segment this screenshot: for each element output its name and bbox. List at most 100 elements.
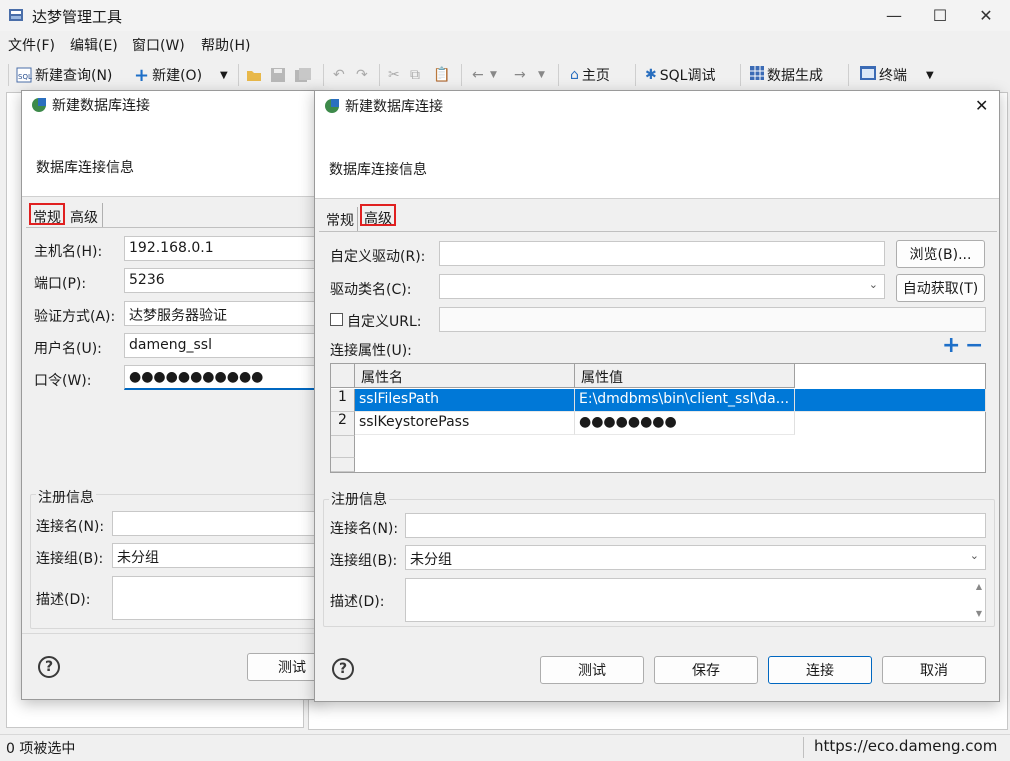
back-arrow-icon[interactable]: ← — [472, 63, 484, 87]
driver-class-label: 驱动类名(C): — [330, 282, 412, 298]
port-label: 端口(P): — [34, 276, 87, 292]
terminal-dropdown-icon[interactable]: ▼ — [926, 63, 934, 87]
front-help-icon[interactable]: ? — [332, 658, 354, 680]
new-query-button[interactable]: SQL 新建查询(N) — [16, 63, 112, 87]
front-conn-name-input[interactable] — [405, 513, 986, 538]
save-button[interactable]: 保存 — [654, 656, 758, 684]
save-all-icon[interactable] — [295, 63, 311, 87]
column-header-value[interactable]: 属性值 — [575, 364, 795, 388]
prop-value-cell[interactable]: E:\dmdbms\bin\client_ssl\da... — [575, 389, 795, 412]
home-icon: ⌂ — [570, 67, 579, 83]
cancel-button[interactable]: 取消 — [882, 656, 986, 684]
sql-debug-label: SQL调试 — [659, 68, 716, 84]
column-header-name[interactable]: 属性名 — [355, 364, 575, 388]
bug-icon: ✱ — [645, 67, 657, 83]
status-url-text: https://eco.dameng.com — [814, 737, 998, 755]
back-conn-group-select[interactable]: 未分组 — [112, 543, 322, 568]
host-label: 主机名(H): — [34, 244, 103, 260]
auth-method-select[interactable]: 达梦服务器验证 — [124, 301, 324, 326]
scroll-down-icon[interactable]: ▼ — [976, 609, 982, 618]
data-gen-button[interactable]: 数据生成 — [750, 63, 823, 87]
table-corner — [331, 364, 355, 388]
cut-icon[interactable]: ✂ — [388, 63, 400, 87]
front-connection-dialog: 新建数据库连接 ✕ 数据库连接信息 常规 高级 自定义驱动(R): 浏览(B).… — [314, 90, 1000, 702]
terminal-button[interactable]: 终端 — [860, 63, 907, 87]
front-tab-general[interactable]: 常规 — [324, 208, 356, 230]
front-tab-advanced[interactable]: 高级 — [360, 204, 396, 227]
maximize-button[interactable]: ☐ — [917, 0, 963, 31]
menu-edit[interactable]: 编辑(E) — [70, 35, 118, 55]
front-dialog-banner: 数据库连接信息 — [315, 121, 999, 199]
back-desc-input[interactable] — [112, 576, 322, 620]
back-dropdown-icon[interactable]: ▼ — [490, 63, 497, 87]
row-number-empty — [331, 458, 355, 472]
terminal-label: 终端 — [879, 68, 907, 84]
close-window-button[interactable]: ✕ — [963, 0, 1009, 31]
back-tab-advanced[interactable]: 高级 — [68, 205, 100, 227]
prop-value-cell[interactable]: ●●●●●●●● — [575, 412, 795, 435]
front-conn-group-value: 未分组 — [410, 552, 452, 568]
custom-url-input[interactable] — [439, 307, 986, 332]
toolbar: SQL 新建查询(N) + 新建(O) ▼ ↶ ↷ ✂ ⧉ 📋 ← ▼ → ▼ … — [0, 58, 1010, 90]
app-logo-icon — [9, 8, 25, 23]
back-help-icon[interactable]: ? — [38, 656, 60, 678]
row-number: 2 — [331, 412, 355, 436]
new-button[interactable]: + 新建(O) — [134, 63, 202, 87]
prop-name-cell[interactable]: sslKeystorePass — [355, 412, 575, 435]
svg-text:SQL: SQL — [18, 73, 32, 81]
custom-driver-input[interactable] — [439, 241, 885, 266]
db-connection-icon — [30, 96, 48, 118]
menu-window[interactable]: 窗口(W) — [132, 35, 185, 55]
custom-url-checkbox[interactable] — [330, 313, 343, 326]
auth-method-label: 验证方式(A): — [34, 309, 116, 325]
back-conn-name-input[interactable] — [112, 511, 322, 536]
undo-icon[interactable]: ↶ — [333, 63, 345, 87]
driver-class-select[interactable]: ⌄ — [439, 274, 885, 299]
username-input[interactable]: dameng_ssl — [124, 333, 324, 358]
forward-dropdown-icon[interactable]: ▼ — [538, 63, 545, 87]
new-dropdown-icon[interactable]: ▼ — [220, 63, 228, 87]
minimize-icon: — — [886, 6, 902, 25]
paste-icon[interactable]: 📋 — [433, 63, 450, 87]
add-property-icon[interactable]: + — [942, 333, 960, 358]
grid-icon — [750, 66, 764, 84]
forward-arrow-icon[interactable]: → — [514, 63, 526, 87]
password-input[interactable]: ●●●●●●●●●●● — [124, 365, 324, 390]
copy-icon[interactable]: ⧉ — [410, 63, 420, 87]
sql-debug-button[interactable]: ✱ SQL调试 — [645, 63, 715, 87]
prop-name-cell[interactable]: sslFilesPath — [355, 389, 575, 412]
minimize-button[interactable]: — — [871, 0, 917, 31]
front-banner-text: 数据库连接信息 — [329, 162, 427, 178]
redo-icon[interactable]: ↷ — [356, 63, 368, 87]
host-input[interactable]: 192.168.0.1 — [124, 236, 324, 261]
custom-url-label: 自定义URL: — [347, 314, 422, 330]
open-folder-icon[interactable] — [246, 63, 262, 87]
auto-fetch-button[interactable]: 自动获取(T) — [896, 274, 985, 302]
remove-property-icon[interactable]: − — [965, 333, 983, 358]
conn-props-label: 连接属性(U): — [330, 343, 412, 359]
row-number: 1 — [331, 389, 355, 412]
back-desc-label: 描述(D): — [36, 592, 91, 608]
app-title: 达梦管理工具 — [32, 8, 123, 26]
back-tab-general[interactable]: 常规 — [29, 203, 65, 226]
dialog-close-icon[interactable]: ✕ — [975, 96, 988, 115]
scroll-up-icon[interactable]: ▲ — [976, 582, 982, 591]
custom-driver-label: 自定义驱动(R): — [330, 249, 426, 265]
home-button[interactable]: ⌂ 主页 — [570, 63, 610, 87]
port-input[interactable]: 5236 — [124, 268, 324, 293]
terminal-icon — [860, 66, 876, 84]
front-conn-group-select[interactable]: 未分组 ⌄ — [405, 545, 986, 570]
main-title-bar: 达梦管理工具 — ☐ ✕ — [0, 0, 1010, 31]
properties-table: 属性名 属性值 1 sslFilesPath E:\dmdbms\bin\cli… — [330, 363, 986, 473]
front-desc-input[interactable]: ▲ ▼ — [405, 578, 986, 622]
browse-button[interactable]: 浏览(B)... — [896, 240, 985, 268]
test-button[interactable]: 测试 — [540, 656, 644, 684]
save-icon[interactable] — [271, 63, 285, 87]
front-desc-label: 描述(D): — [330, 594, 385, 610]
menu-help[interactable]: 帮助(H) — [201, 35, 250, 55]
back-conn-name-label: 连接名(N): — [36, 519, 105, 535]
maximize-icon: ☐ — [932, 6, 948, 25]
menu-file[interactable]: 文件(F) — [8, 35, 55, 55]
data-gen-label: 数据生成 — [767, 68, 823, 84]
connect-button[interactable]: 连接 — [768, 656, 872, 684]
